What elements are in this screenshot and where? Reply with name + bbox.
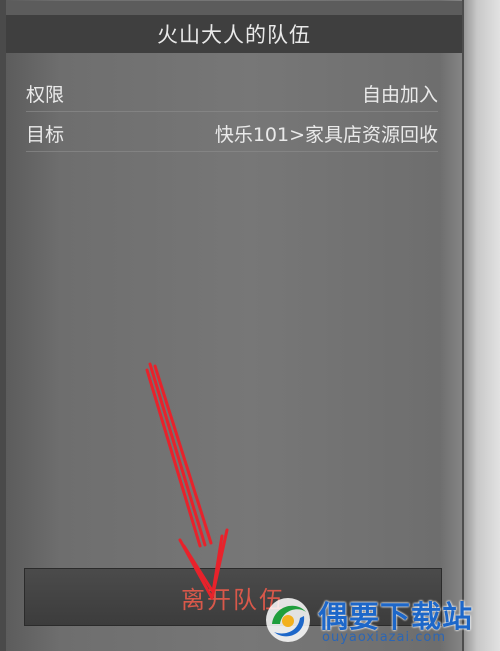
goal-label: 目标 [26,123,65,146]
permission-row: 权限 自由加入 [26,74,438,112]
row-divider [26,151,438,152]
team-title-bar: 火山大人的队伍 [6,1,462,53]
row-divider [26,111,438,112]
title-bar-lip [6,1,462,15]
team-title: 火山大人的队伍 [157,23,311,47]
permission-label: 权限 [26,83,65,106]
goal-value: 快乐101>家具店资源回收 [214,123,438,146]
leave-team-label: 离开队伍 [181,585,285,614]
panel-left-edge [0,0,6,651]
panel-right-strip [462,0,500,651]
permission-value: 自由加入 [361,83,438,106]
panel-divider-line [462,0,464,651]
goal-row: 目标 快乐101>家具店资源回收 [26,114,438,152]
leave-team-button[interactable]: 离开队伍 [24,568,442,626]
